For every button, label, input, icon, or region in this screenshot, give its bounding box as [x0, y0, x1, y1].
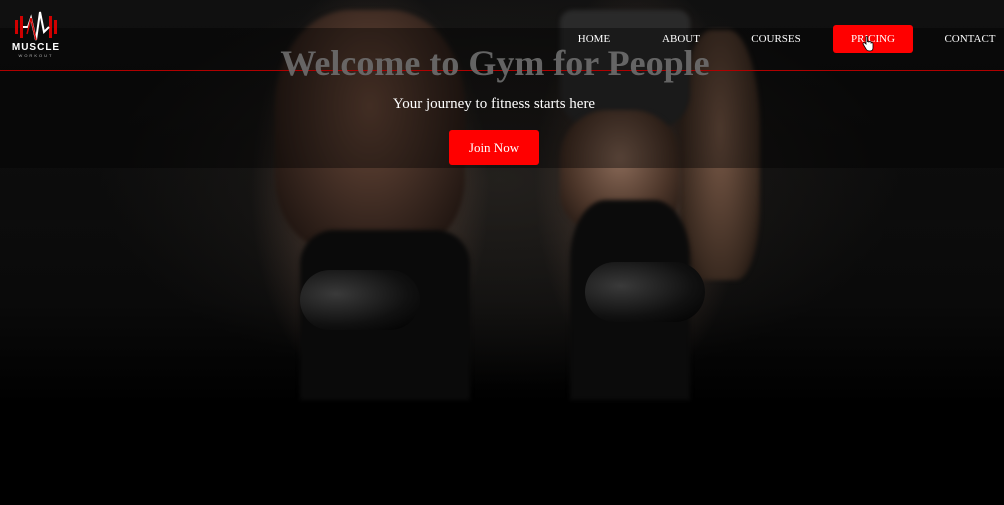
dumbbell-left [300, 270, 420, 330]
hero-title: Welcome to Gym for People [280, 43, 710, 83]
dumbbell-right [585, 262, 705, 322]
landing-page: MUSCLE WORKOUT HOME ABOUT COURSES PRICIN… [0, 0, 1004, 505]
hero-subtitle: Your journey to fitness starts here [392, 96, 596, 112]
hand-pointer-icon [862, 36, 874, 52]
join-now-button[interactable]: Join Now [449, 130, 539, 165]
